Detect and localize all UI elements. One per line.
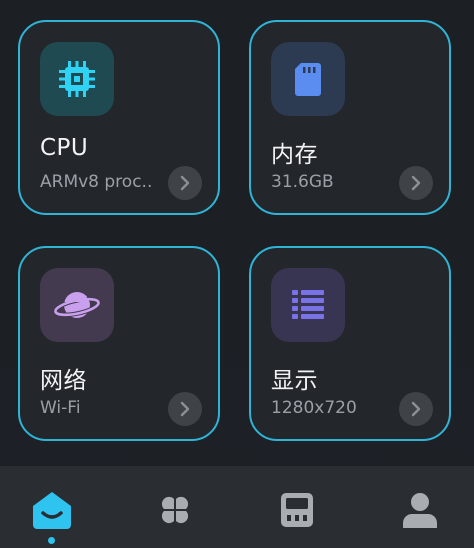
card-memory[interactable]: 内存 31.6GB (249, 20, 451, 215)
nav-home[interactable] (30, 488, 74, 532)
list-icon (292, 290, 324, 319)
active-indicator-dot (48, 537, 55, 544)
nav-profile[interactable] (398, 488, 442, 532)
chevron-right-icon (180, 401, 190, 417)
network-tile (40, 268, 114, 342)
cpu-chip-icon (59, 61, 95, 97)
card-title: CPU (40, 135, 89, 161)
cpu-tile (40, 42, 114, 116)
card-display[interactable]: 显示 1280x720 (249, 246, 451, 441)
planet-icon (53, 292, 101, 318)
nav-apps[interactable] (153, 488, 197, 532)
card-subtitle: 31.6GB (271, 172, 334, 192)
chevron-right-button[interactable] (399, 392, 433, 426)
chevron-right-button[interactable] (168, 392, 202, 426)
chevron-right-icon (180, 175, 190, 191)
memory-tile (271, 42, 345, 116)
card-title: 网络 (40, 368, 87, 394)
card-network[interactable]: 网络 Wi-Fi (18, 246, 220, 441)
card-subtitle: Wi-Fi (40, 398, 81, 418)
card-title: 内存 (271, 142, 318, 168)
home-icon (33, 492, 71, 529)
device-icon (281, 493, 313, 527)
chevron-right-icon (411, 175, 421, 191)
device-info-screen: CPU ARMv8 proc.. 内存 31.6GB 网络 Wi-Fi 显示 1… (0, 0, 474, 548)
card-subtitle: ARMv8 proc.. (40, 172, 153, 192)
card-subtitle: 1280x720 (271, 398, 357, 418)
bottom-nav (0, 466, 474, 548)
chevron-right-button[interactable] (399, 166, 433, 200)
chevron-right-button[interactable] (168, 166, 202, 200)
display-tile (271, 268, 345, 342)
sd-card-icon (295, 63, 321, 96)
apps-icon (161, 496, 189, 524)
card-title: 显示 (271, 368, 318, 394)
chevron-right-icon (411, 401, 421, 417)
nav-device[interactable] (275, 488, 319, 532)
profile-icon (403, 493, 437, 528)
card-cpu[interactable]: CPU ARMv8 proc.. (18, 20, 220, 215)
